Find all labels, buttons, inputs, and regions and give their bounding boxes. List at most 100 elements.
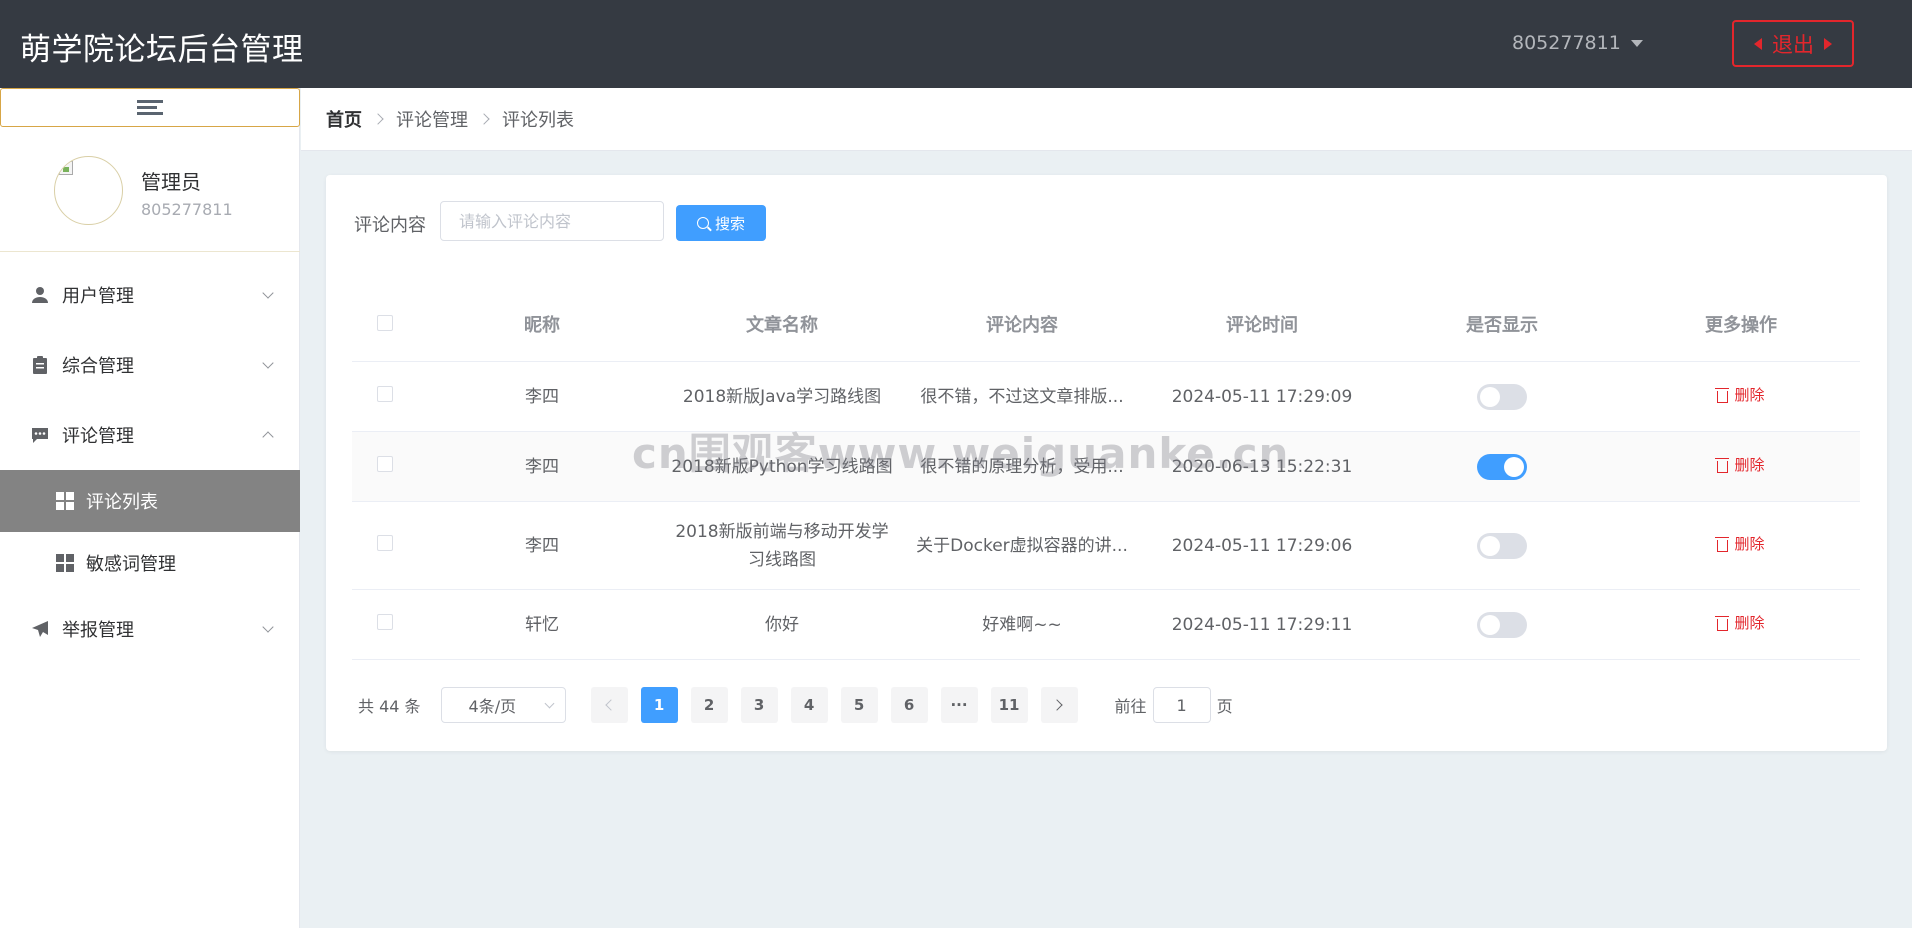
chevron-down-icon xyxy=(262,357,274,369)
table-row: 李四 2018新版前端与移动开发学习线路图 关于Docker虚拟容器的讲... … xyxy=(352,502,1860,590)
profile-name: 管理员 xyxy=(141,170,201,194)
user-icon xyxy=(30,285,50,305)
sidebar-menu: 用户管理 综合管理 评论管理 评论列表 敏感词管理 举报管理 xyxy=(0,260,300,664)
cell-article: 2018新版Python学习线路图 xyxy=(671,456,893,477)
delete-button[interactable]: 删除 xyxy=(1715,530,1765,558)
grid-icon xyxy=(56,554,74,572)
column-header: 昵称 xyxy=(524,314,560,336)
sidebar-item-label: 综合管理 xyxy=(62,356,134,377)
sidebar-subitem-comment-list[interactable]: 评论列表 xyxy=(0,470,300,532)
show-toggle[interactable] xyxy=(1477,532,1527,559)
app-title: 萌学院论坛后台管理 xyxy=(20,32,304,68)
show-toggle[interactable] xyxy=(1477,611,1527,638)
caret-down-icon xyxy=(1630,39,1643,47)
page-button[interactable]: 5 xyxy=(840,687,878,723)
sidebar-collapse-button[interactable] xyxy=(0,88,300,127)
cell-content: 好难啊~~ xyxy=(982,614,1062,635)
delete-button[interactable]: 删除 xyxy=(1715,381,1765,409)
cell-article: 2018新版Java学习路线图 xyxy=(682,386,882,407)
table-header-row: 昵称 文章名称 评论内容 评论时间 是否显示 更多操作 xyxy=(352,290,1860,362)
user-dropdown-label: 805277811 xyxy=(1512,32,1621,54)
page-button[interactable]: 1 xyxy=(640,687,678,723)
page-size-value: 4条/页 xyxy=(468,697,517,716)
chevron-up-icon xyxy=(262,431,274,443)
delete-label: 删除 xyxy=(1734,614,1765,633)
comment-search-input[interactable] xyxy=(440,201,664,241)
more-pages-button[interactable]: ··· xyxy=(940,687,978,723)
trash-icon xyxy=(1715,536,1730,552)
goto-suffix: 页 xyxy=(1216,697,1233,716)
collapse-menu-icon xyxy=(137,97,163,118)
delete-button[interactable]: 删除 xyxy=(1715,451,1765,479)
table-row: 李四 2018新版Java学习路线图 很不错，不过这文章排版... 2024-0… xyxy=(352,362,1860,432)
page-button[interactable]: 4 xyxy=(790,687,828,723)
cell-nickname: 李四 xyxy=(525,386,559,407)
chevron-left-icon xyxy=(605,699,617,711)
cell-nickname: 李四 xyxy=(525,535,559,556)
chevron-right-icon xyxy=(478,113,490,125)
sidebar-item-general-management[interactable]: 综合管理 xyxy=(0,330,300,400)
sidebar-subitem-label: 敏感词管理 xyxy=(86,554,176,575)
page-button[interactable]: 2 xyxy=(690,687,728,723)
row-checkbox[interactable] xyxy=(377,455,393,472)
column-header: 评论时间 xyxy=(1226,314,1298,336)
sidebar-item-report-management[interactable]: 举报管理 xyxy=(0,594,300,664)
admin-profile: 管理员 805277811 xyxy=(0,128,300,252)
row-checkbox[interactable] xyxy=(377,385,393,402)
sidebar-subitem-sensitive-words[interactable]: 敏感词管理 xyxy=(0,532,300,594)
page-button[interactable]: 3 xyxy=(740,687,778,723)
delete-label: 删除 xyxy=(1734,456,1765,475)
caret-left-icon xyxy=(1754,37,1762,50)
sidebar-item-label: 用户管理 xyxy=(62,286,134,307)
pagination: 共 44 条 4条/页 1 2 3 4 5 6 ··· 11 前往 页 xyxy=(358,687,1233,723)
search-icon xyxy=(696,217,709,229)
goto-page-input[interactable] xyxy=(1152,687,1211,723)
search-button-label: 搜索 xyxy=(714,214,745,233)
breadcrumb-comment-management: 评论管理 xyxy=(396,110,468,131)
breadcrumb-home[interactable]: 首页 xyxy=(326,106,362,132)
row-checkbox[interactable] xyxy=(377,534,393,551)
comments-table: 昵称 文章名称 评论内容 评论时间 是否显示 更多操作 李四 2018新版Jav… xyxy=(352,290,1860,660)
avatar xyxy=(54,156,123,225)
row-checkbox[interactable] xyxy=(377,613,393,630)
cell-time: 2020-06-13 15:22:31 xyxy=(1171,456,1353,477)
sidebar-item-label: 评论管理 xyxy=(62,426,134,447)
profile-id: 805277811 xyxy=(141,200,233,219)
sidebar-item-comment-management[interactable]: 评论管理 xyxy=(0,400,300,470)
column-header: 评论内容 xyxy=(986,314,1058,336)
broken-image-icon xyxy=(59,161,73,175)
breadcrumb-comment-list: 评论列表 xyxy=(502,110,574,131)
next-page-button[interactable] xyxy=(1040,687,1078,723)
logout-label: 退出 xyxy=(1772,32,1814,57)
send-icon xyxy=(30,619,50,639)
page-size-select[interactable]: 4条/页 xyxy=(440,687,566,723)
user-dropdown[interactable]: 805277811 xyxy=(1512,32,1643,54)
chevron-down-icon xyxy=(262,287,274,299)
delete-button[interactable]: 删除 xyxy=(1715,609,1765,637)
select-all-checkbox[interactable] xyxy=(377,314,393,331)
top-header: 萌学院论坛后台管理 805277811 退出 xyxy=(0,0,1912,88)
main-card: 评论内容 搜索 昵称 文章名称 评论内容 评论时间 是否显示 更多操作 李四 2… xyxy=(326,175,1887,751)
breadcrumb: 首页 评论管理 评论列表 xyxy=(301,88,1912,151)
prev-page-button[interactable] xyxy=(590,687,628,723)
pagination-total: 共 44 条 xyxy=(358,697,421,716)
page-button[interactable]: 6 xyxy=(890,687,928,723)
goto-page: 前往 页 xyxy=(1115,687,1233,723)
logout-button[interactable]: 退出 xyxy=(1732,20,1854,67)
page-button[interactable]: 11 xyxy=(990,687,1028,723)
column-header: 更多操作 xyxy=(1705,314,1777,336)
filter-label: 评论内容 xyxy=(354,215,426,236)
clipboard-icon xyxy=(30,355,50,375)
cell-time: 2024-05-11 17:29:11 xyxy=(1171,614,1353,635)
show-toggle[interactable] xyxy=(1477,453,1527,480)
cell-nickname: 李四 xyxy=(525,456,559,477)
cell-nickname: 轩忆 xyxy=(525,614,559,635)
column-header: 是否显示 xyxy=(1466,314,1538,336)
show-toggle[interactable] xyxy=(1477,383,1527,410)
table-row: 轩忆 你好 好难啊~~ 2024-05-11 17:29:11 删除 xyxy=(352,590,1860,660)
search-button[interactable]: 搜索 xyxy=(676,205,766,241)
delete-label: 删除 xyxy=(1734,535,1765,554)
sidebar: 管理员 805277811 用户管理 综合管理 评论管理 评论列表 敏感词管理 … xyxy=(0,88,300,928)
sidebar-item-user-management[interactable]: 用户管理 xyxy=(0,260,300,330)
trash-icon xyxy=(1715,457,1730,473)
